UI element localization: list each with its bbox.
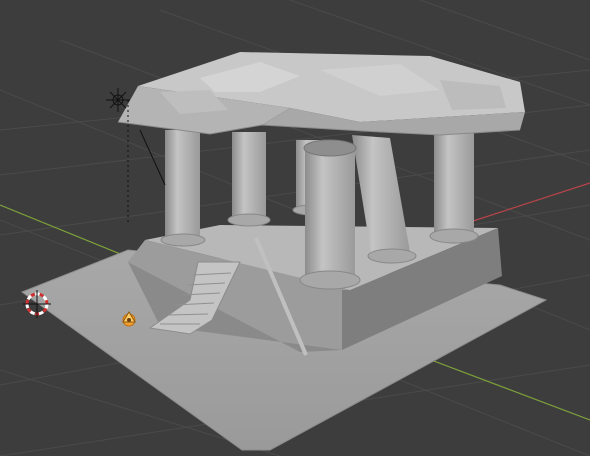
viewport-canvas[interactable]: [0, 0, 590, 456]
x-axis-line: [469, 182, 590, 223]
pillar[interactable]: [227, 132, 271, 227]
pillar[interactable]: [429, 128, 479, 244]
roof[interactable]: [117, 52, 525, 136]
3d-viewport[interactable]: [0, 0, 590, 456]
y-axis-line-far: [409, 351, 590, 421]
pillar[interactable]: [160, 130, 206, 247]
pillar[interactable]: [299, 139, 361, 290]
